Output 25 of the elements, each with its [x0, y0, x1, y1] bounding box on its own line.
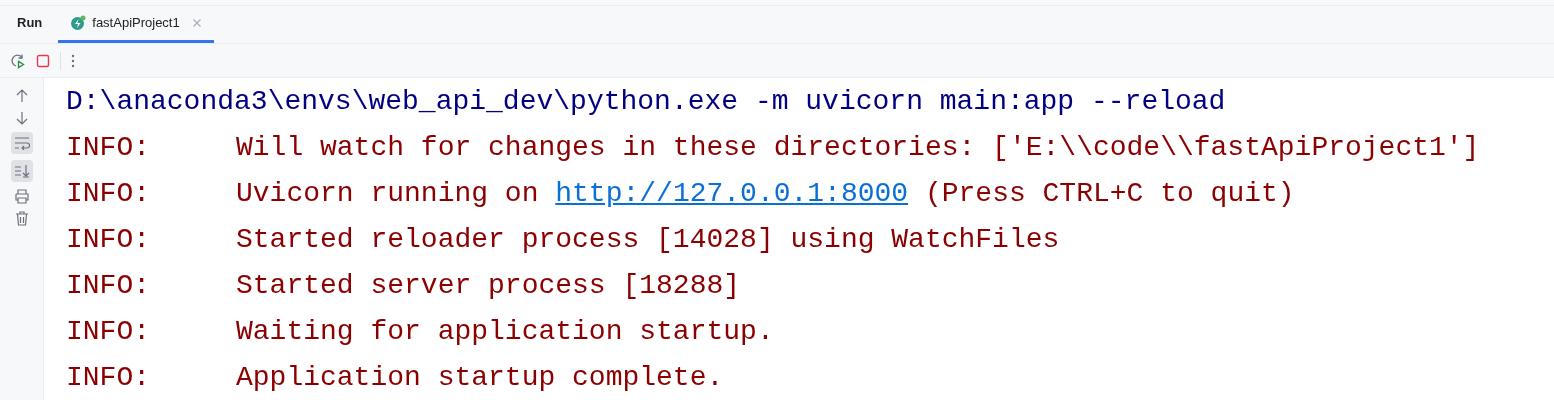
- log-message: Application startup complete.: [236, 361, 724, 395]
- command-line: D:\anaconda3\envs\web_api_dev\python.exe -m uvicorn main:app --reload: [66, 85, 1226, 119]
- more-icon[interactable]: [71, 53, 75, 68]
- stop-icon[interactable]: [36, 53, 50, 68]
- panel-title: Run: [17, 13, 43, 32]
- url-link[interactable]: http://127.0.0.1:8000: [555, 178, 909, 209]
- print-icon[interactable]: [13, 188, 30, 204]
- trash-icon[interactable]: [13, 210, 30, 226]
- lightning-icon: [70, 14, 87, 31]
- down-arrow-icon[interactable]: [14, 110, 29, 126]
- log-level: INFO:: [66, 361, 151, 395]
- log-level: INFO:: [66, 269, 151, 303]
- log-message: Waiting for application startup.: [236, 315, 774, 349]
- log-level: INFO:: [66, 131, 151, 165]
- rerun-icon[interactable]: [10, 52, 26, 69]
- log-level: INFO:: [66, 177, 151, 211]
- log-message: Uvicorn running on http://127.0.0.1:8000 (Press CTRL+C to quit): [236, 177, 1295, 211]
- scroll-to-end-icon[interactable]: [10, 160, 33, 182]
- soft-wrap-icon[interactable]: [10, 132, 33, 154]
- log-message: Started reloader process [14028] using WatchFiles: [236, 223, 1060, 257]
- log-level: INFO:: [66, 315, 151, 349]
- log-level: INFO:: [66, 223, 151, 257]
- log-message: Started server process [18288]: [236, 269, 741, 303]
- up-arrow-icon[interactable]: [14, 88, 29, 104]
- log-message: Will watch for changes in these directories: ['E:\\code\\fastApiProject1']: [236, 131, 1480, 165]
